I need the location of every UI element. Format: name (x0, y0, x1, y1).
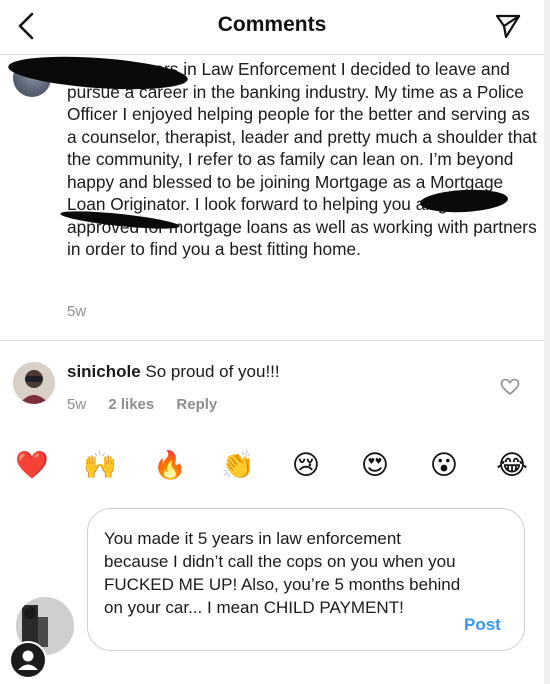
comment-username[interactable]: sinichole (67, 362, 141, 381)
comment-body: sinichole So proud of you!!! (67, 362, 280, 382)
section-divider (0, 340, 544, 341)
comment-likes-link[interactable]: 2 likes (108, 396, 154, 413)
emoji-clap[interactable]: 👏 (218, 446, 258, 486)
emoji-crying[interactable]: 😢 (286, 446, 326, 486)
heart-outline-icon[interactable] (500, 378, 520, 396)
post-button[interactable]: Post (464, 615, 501, 635)
emoji-laughing[interactable]: 😂 (492, 446, 532, 486)
direct-share-icon[interactable] (494, 12, 522, 40)
header-bar: Comments (0, 0, 544, 54)
frame-edge (544, 0, 550, 684)
reply-button[interactable]: Reply (176, 396, 217, 413)
emoji-raised-hands[interactable]: 🙌 (80, 446, 120, 486)
caption-timestamp: 5w (67, 303, 87, 320)
emoji-heart-eyes[interactable]: 😍 (355, 446, 395, 486)
comment-input-text[interactable]: You made it 5 years in law enforcement b… (104, 527, 464, 619)
emoji-surprised[interactable]: 😮 (424, 446, 464, 486)
comment-meta: 5w 2 likes Reply (67, 396, 235, 413)
commenter-avatar[interactable] (13, 362, 55, 404)
header-divider (0, 54, 544, 55)
emoji-quick-bar: ❤️ 🙌 🔥 👏 😢 😍 😮 😂 (0, 446, 544, 490)
emoji-heart[interactable]: ❤️ (12, 446, 52, 486)
comment-text: So proud of you!!! (140, 362, 280, 381)
emoji-fire[interactable]: 🔥 (150, 446, 190, 486)
user-silhouette-icon (9, 641, 47, 679)
comment-timestamp: 5w (67, 396, 87, 413)
page-title: Comments (217, 13, 327, 36)
